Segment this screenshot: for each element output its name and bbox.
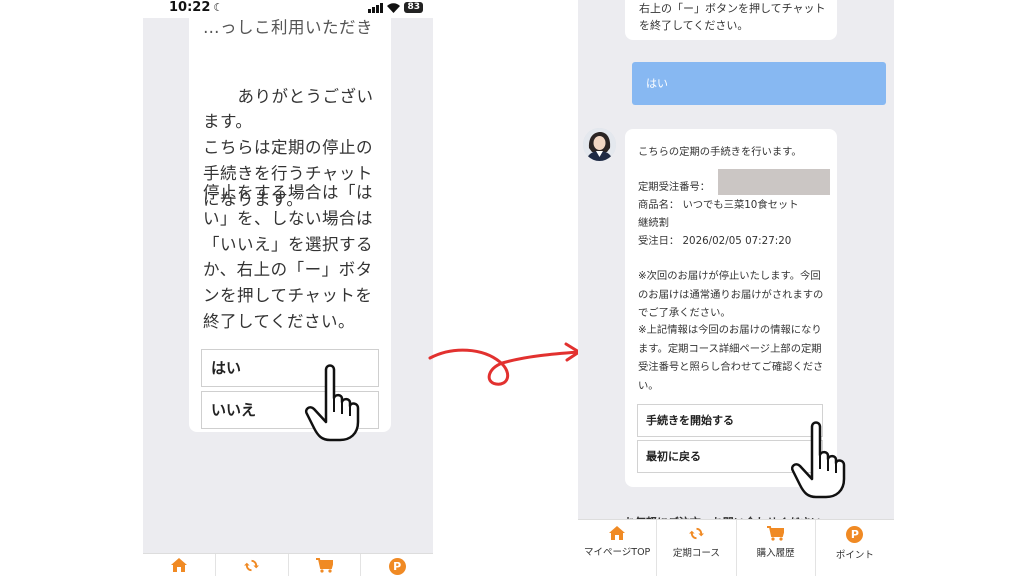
bot-message-bubble: …っしこ利用いただき ありがとうございます。 こちらは定期の停止の手続きを行うチ… [189, 18, 391, 432]
bottom-nav: マイページTOP 定期コース 購入履歴 P ポイント [578, 519, 894, 576]
order-date: 受注日： 2026/02/05 07:27:20 [638, 235, 792, 247]
nav-item-history[interactable] [289, 554, 362, 576]
refresh-icon [244, 559, 260, 572]
nav-item-mypage[interactable] [143, 554, 216, 576]
product-name: 商品名： いつでも三菜10食セット [638, 199, 799, 211]
cart-icon [767, 526, 785, 541]
point-icon: P [846, 526, 864, 543]
nav-label-points: ポイント [835, 550, 874, 561]
status-time: 10:22 [169, 0, 211, 15]
nav-label-mypage: マイページTOP [583, 547, 651, 558]
transition-arrow-icon [428, 342, 581, 386]
user-message-text: はい [646, 77, 668, 90]
nav-label-subscription: 定期コース [672, 548, 720, 559]
nav-item-history[interactable]: 購入履歴 [737, 520, 816, 576]
home-icon [170, 558, 187, 572]
order-number-redacted [718, 169, 830, 195]
notice-text-2: ※上記情報は今回のお届けの情報になります。定期コース詳細ページ上部の定期受注番号… [638, 324, 824, 392]
battery-icon: 83 [404, 2, 423, 13]
left-phone-screen: 10:22 ☾ 83 …っしこ利用いただき ありがとうございます。 こちらは定期の… [143, 0, 433, 576]
nav-item-subscription[interactable] [216, 554, 289, 576]
signal-icon [368, 2, 384, 13]
status-time-wrap: 10:22 ☾ [169, 0, 223, 16]
nav-item-subscription[interactable]: 定期コース [657, 520, 737, 576]
refresh-icon [688, 527, 704, 540]
previous-bot-message-text: 右上の「ー」ボタンを押してチャットを終了してください。 [639, 2, 826, 32]
operator-avatar-image [583, 128, 616, 161]
operator-avatar [583, 128, 616, 161]
nav-item-points[interactable]: P ポイント [816, 520, 894, 576]
product-name-line2: 継続割 [638, 217, 669, 229]
cart-icon [315, 558, 333, 573]
wifi-icon [387, 2, 401, 13]
nav-item-mypage[interactable]: マイページTOP [578, 520, 658, 576]
nav-item-points[interactable]: P [361, 554, 433, 576]
bot-message-paragraph-2: 停止をする場合は「はい」を、しない場合は「いいえ」を選択するか、右上の「ー」ボタ… [203, 183, 373, 331]
previous-bot-message-bubble: 右上の「ー」ボタンを押してチャットを終了してください。 [625, 0, 837, 40]
tapping-hand-icon [305, 364, 360, 442]
bottom-nav: P [143, 553, 433, 576]
nav-label-history: 購入履歴 [756, 548, 795, 559]
notice-text-1: ※次回のお届けが停止いたします。今回のお届けは通常通りお届けがされますのでご了承… [638, 270, 824, 319]
moon-icon: ☾ [213, 1, 224, 14]
status-icons: 83 [368, 2, 423, 13]
home-icon [609, 526, 626, 540]
point-icon: P [388, 558, 406, 575]
tapping-hand-icon [791, 421, 846, 499]
right-phone-screen: 右上の「ー」ボタンを押してチャットを終了してください。 はい こちらの定期の手続… [578, 0, 894, 576]
bot-intro-text: こちらの定期の手続きを行います。 [638, 146, 802, 158]
user-message-bubble: はい [632, 62, 886, 105]
cut-off-line: …っしこ利用いただき [203, 18, 373, 37]
